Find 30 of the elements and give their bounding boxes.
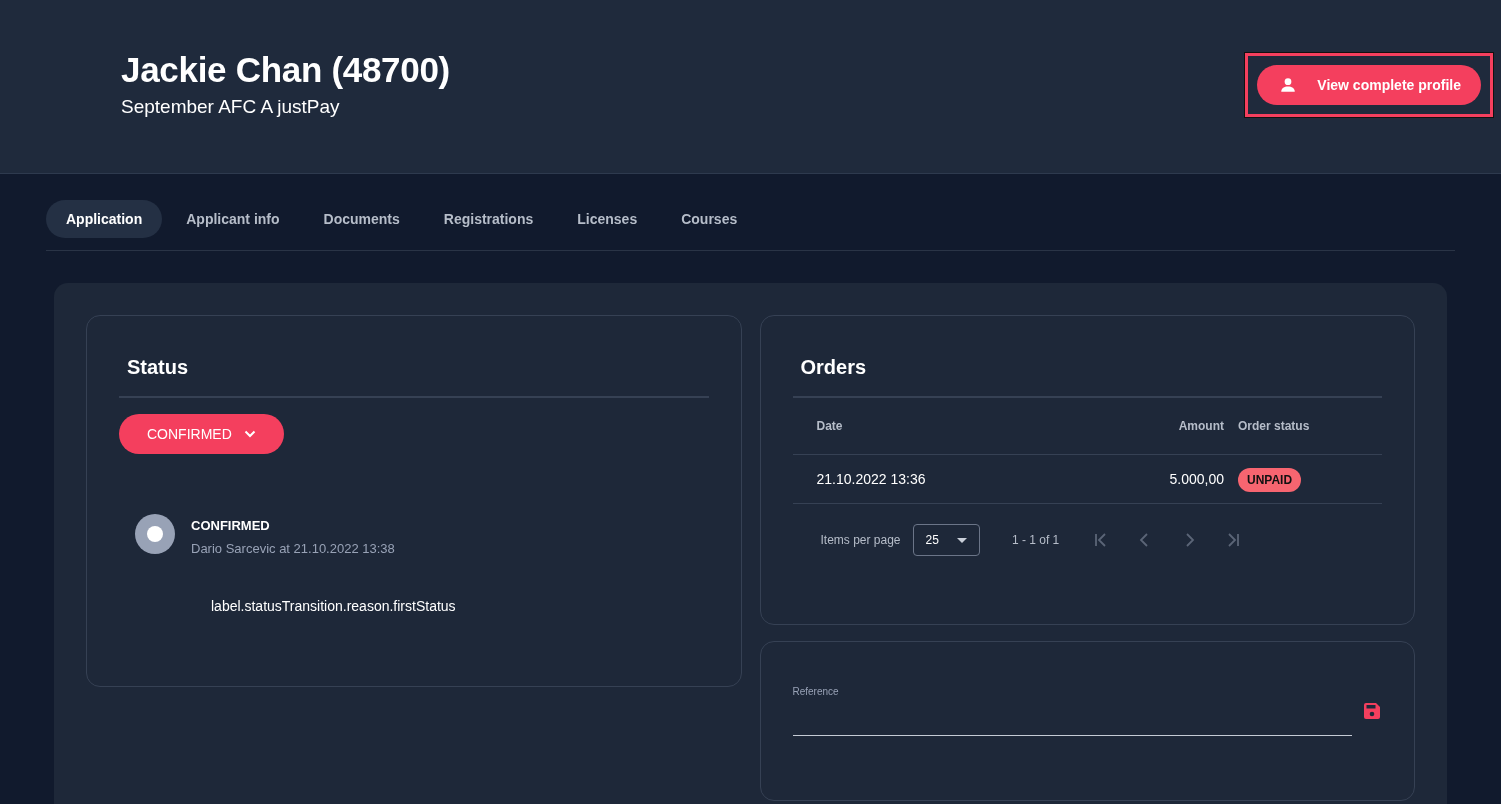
person-icon	[1279, 76, 1298, 94]
page-size-select[interactable]: 25	[912, 524, 980, 556]
page-subtitle: September AFC A justPay	[121, 96, 341, 118]
items-per-page-label: Items per page	[820, 533, 901, 547]
tab[interactable]: Documents	[303, 200, 420, 238]
column-header: Amount	[1177, 419, 1224, 433]
table-cell-text: 5.000,00	[1168, 471, 1224, 487]
reference-field[interactable]: Reference	[792, 686, 1352, 736]
tab[interactable]: Application	[46, 200, 163, 238]
status-dropdown[interactable]: CONFIRMED	[119, 414, 284, 454]
tab[interactable]: Licenses	[557, 200, 658, 238]
column-header: Order status	[1237, 419, 1311, 433]
view-profile-button[interactable]: View complete profile	[1257, 65, 1481, 105]
tab[interactable]: Applicant info	[166, 200, 300, 238]
tab[interactable]: Registrations	[423, 200, 554, 238]
history-reason: label.statusTransition.reason.firstStatus	[211, 598, 457, 614]
page-range: 1 - 1 of 1	[1011, 533, 1060, 547]
timeline-dot-icon	[135, 514, 175, 554]
card-title: Status	[119, 340, 709, 398]
save-icon[interactable]	[1362, 701, 1382, 721]
caret-down-icon	[956, 537, 967, 543]
column-header: Date	[816, 419, 844, 433]
card-title: Orders	[792, 340, 1382, 398]
table-cell-text: 21.10.2022 13:36	[816, 471, 927, 487]
history-meta: Dario Sarcevic at 21.10.2022 13:38	[191, 541, 395, 556]
tab[interactable]: Courses	[661, 200, 758, 238]
page-title: Jackie Chan (48700)	[121, 50, 450, 90]
status-badge: UNPAID	[1238, 468, 1302, 492]
history-status: CONFIRMED	[191, 517, 271, 533]
chevron-down-icon	[243, 430, 256, 438]
